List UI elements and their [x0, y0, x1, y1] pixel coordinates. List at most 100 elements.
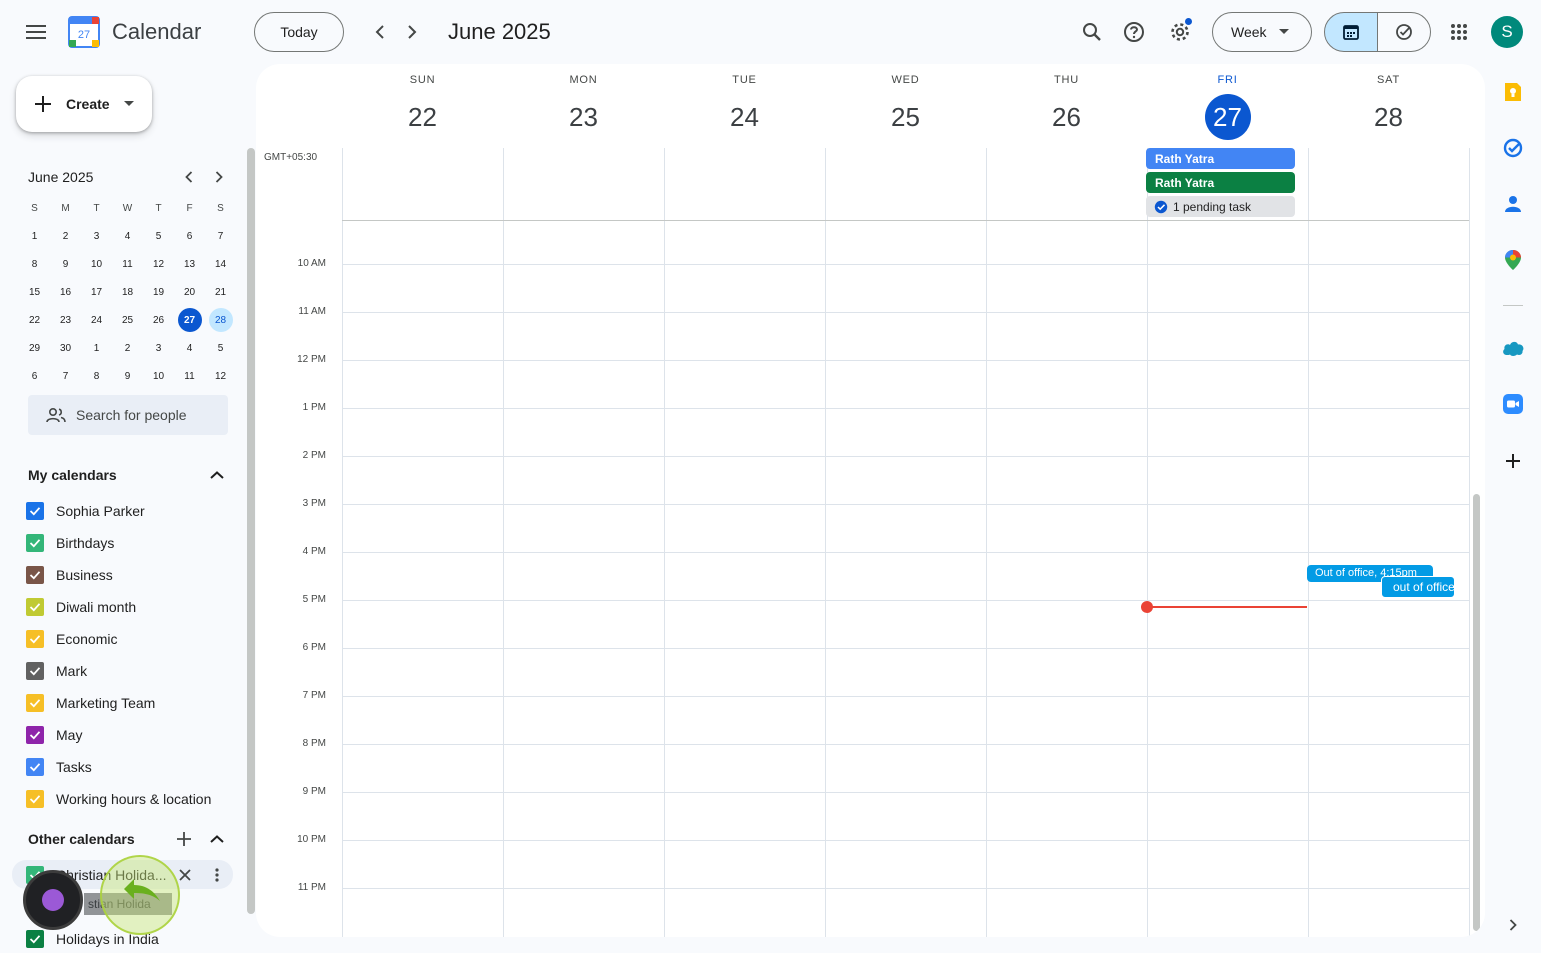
mini-calendar-day[interactable]: 1	[19, 224, 50, 248]
mini-calendar-day[interactable]: 2	[112, 336, 143, 360]
mini-calendar-day[interactable]: 10	[143, 364, 174, 388]
search-button[interactable]	[1072, 12, 1112, 52]
calendar-list-item[interactable]: Marketing Team	[26, 689, 155, 717]
sidebar-scrollbar[interactable]	[247, 148, 255, 914]
tasks-view-toggle[interactable]	[1377, 12, 1431, 52]
today-button[interactable]: Today	[254, 12, 344, 52]
search-people-input[interactable]: Search for people	[28, 395, 228, 435]
keep-app-button[interactable]	[1499, 78, 1527, 106]
my-calendars-collapse-button[interactable]	[205, 463, 229, 487]
my-calendars-title[interactable]: My calendars	[28, 467, 117, 483]
mini-calendar-day[interactable]: 13	[174, 252, 205, 276]
mini-calendar-day[interactable]: 22	[19, 308, 50, 332]
day-column-header[interactable]: SUN 22	[342, 74, 503, 140]
day-column-header[interactable]: TUE 24	[664, 74, 825, 140]
checkbox-checked-icon[interactable]	[26, 630, 44, 648]
mini-calendar-day[interactable]: 15	[19, 280, 50, 304]
day-number[interactable]: 22	[400, 94, 446, 140]
checkbox-checked-icon[interactable]	[26, 662, 44, 680]
day-number[interactable]: 26	[1044, 94, 1090, 140]
calendar-list-item[interactable]: Sophia Parker	[26, 497, 145, 525]
google-apps-button[interactable]	[1439, 12, 1479, 52]
mini-calendar-day[interactable]: 7	[205, 224, 236, 248]
day-number[interactable]: 23	[561, 94, 607, 140]
calendar-list-item[interactable]: Working hours & location	[26, 785, 211, 813]
day-number[interactable]: 27	[1204, 94, 1251, 140]
settings-button[interactable]	[1160, 12, 1200, 52]
account-avatar[interactable]: S	[1491, 16, 1523, 48]
mini-calendar-day[interactable]: 12	[143, 252, 174, 276]
main-menu-button[interactable]	[16, 12, 56, 52]
mini-calendar-day[interactable]: 6	[19, 364, 50, 388]
day-column-header[interactable]: SAT 28	[1308, 74, 1469, 140]
mini-calendar-day[interactable]: 9	[50, 252, 81, 276]
checkbox-checked-icon[interactable]	[26, 930, 44, 948]
maps-app-button[interactable]	[1499, 246, 1527, 274]
salesforce-addon-button[interactable]	[1499, 334, 1527, 362]
checkbox-checked-icon[interactable]	[26, 758, 44, 776]
day-column-header[interactable]: WED 25	[825, 74, 986, 140]
mini-calendar-day[interactable]: 20	[174, 280, 205, 304]
mini-calendar-day[interactable]: 1	[81, 336, 112, 360]
mini-calendar-day[interactable]: 28	[208, 308, 233, 332]
calendar-list-item[interactable]: Economic	[26, 625, 117, 653]
day-number[interactable]: 24	[722, 94, 768, 140]
mini-calendar-day[interactable]: 5	[205, 336, 236, 360]
day-number[interactable]: 28	[1366, 94, 1412, 140]
mini-calendar-day[interactable]: 24	[81, 308, 112, 332]
mini-calendar-next-button[interactable]	[208, 166, 230, 188]
next-week-button[interactable]	[396, 16, 428, 48]
mini-calendar-day[interactable]: 25	[112, 308, 143, 332]
mini-calendar-prev-button[interactable]	[178, 166, 200, 188]
create-button[interactable]: Create	[16, 76, 152, 132]
tasks-app-button[interactable]	[1499, 134, 1527, 162]
mini-calendar-day[interactable]: 26	[143, 308, 174, 332]
mini-calendar-day[interactable]: 18	[112, 280, 143, 304]
calendar-view-toggle[interactable]	[1324, 12, 1378, 52]
main-scrollbar[interactable]	[1473, 494, 1480, 931]
calendar-list-item[interactable]: Tasks	[26, 753, 92, 781]
mini-calendar-day[interactable]: 9	[112, 364, 143, 388]
view-selector[interactable]: Week	[1212, 12, 1312, 52]
zoom-addon-button[interactable]	[1499, 390, 1527, 418]
add-other-calendar-button[interactable]	[172, 827, 196, 851]
mini-calendar-day[interactable]: 29	[19, 336, 50, 360]
mini-calendar-day[interactable]: 2	[50, 224, 81, 248]
day-number[interactable]: 25	[883, 94, 929, 140]
all-day-event[interactable]: Rath Yatra	[1146, 172, 1295, 193]
calendar-list-item[interactable]: Business	[26, 561, 113, 589]
mini-calendar-day[interactable]: 14	[205, 252, 236, 276]
help-button[interactable]	[1114, 12, 1154, 52]
mini-calendar-day[interactable]: 17	[81, 280, 112, 304]
contacts-app-button[interactable]	[1499, 190, 1527, 218]
checkbox-checked-icon[interactable]	[26, 790, 44, 808]
mini-calendar-day[interactable]: 16	[50, 280, 81, 304]
calendar-list-item[interactable]: Mark	[26, 657, 87, 685]
out-of-office-event[interactable]: out of office	[1381, 576, 1455, 598]
checkbox-checked-icon[interactable]	[26, 598, 44, 616]
day-column-header[interactable]: MON 23	[503, 74, 664, 140]
other-calendars-collapse-button[interactable]	[205, 827, 229, 851]
mini-calendar-day[interactable]: 19	[143, 280, 174, 304]
get-addons-button[interactable]	[1499, 447, 1527, 475]
all-day-event[interactable]: Rath Yatra	[1146, 148, 1295, 169]
mini-calendar-day[interactable]: 4	[174, 336, 205, 360]
mini-calendar-day[interactable]: 7	[50, 364, 81, 388]
calendar-list-item[interactable]: May	[26, 721, 82, 749]
recording-indicator[interactable]	[23, 870, 83, 930]
mini-calendar-day[interactable]: 23	[50, 308, 81, 332]
checkbox-checked-icon[interactable]	[26, 534, 44, 552]
mini-calendar-day[interactable]: 8	[19, 252, 50, 276]
day-column-header[interactable]: FRI 27	[1147, 74, 1308, 140]
mini-calendar-day[interactable]: 4	[112, 224, 143, 248]
mini-calendar-day[interactable]: 5	[143, 224, 174, 248]
checkbox-checked-icon[interactable]	[26, 694, 44, 712]
mini-calendar-day[interactable]: 3	[81, 224, 112, 248]
calendar-list-item[interactable]: Diwali month	[26, 593, 136, 621]
mini-calendar-day[interactable]: 12	[205, 364, 236, 388]
mini-calendar-day[interactable]: 10	[81, 252, 112, 276]
mini-calendar-day[interactable]: 11	[112, 252, 143, 276]
previous-week-button[interactable]	[364, 16, 396, 48]
day-column-header[interactable]: THU 26	[986, 74, 1147, 140]
mini-calendar-day[interactable]: 8	[81, 364, 112, 388]
